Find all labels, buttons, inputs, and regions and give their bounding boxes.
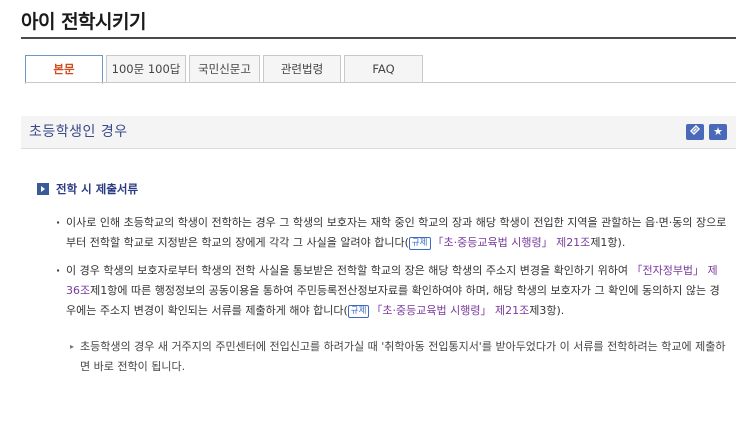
title-divider [21,37,736,39]
star-icon: ★ [713,125,723,138]
regulation-tag[interactable]: 규제 [408,237,431,250]
section-header: 초등학생인 경우 ★ [21,116,736,149]
tab-bar: 본문 100문 100답 국민신문고 관련법령 FAQ [25,55,426,84]
paragraph-1-text: 이사로 인해 초등학교의 학생이 전학하는 경우 그 학생의 보호자는 재학 중… [66,216,727,249]
link-icon [690,125,700,138]
tab-100-qa[interactable]: 100문 100답 [106,55,186,83]
tab-faq[interactable]: FAQ [344,55,423,83]
tab-petition[interactable]: 국민신문고 [189,55,260,83]
regulation-tag[interactable]: 규제 [347,305,370,318]
law-link-enforcement-decree[interactable]: 「초·중등교육법 시행령」 제21조 [433,236,591,249]
page: 아이 전학시키기 본문 100문 100답 국민신문고 관련법령 FAQ 초등학… [0,0,743,426]
law-link-enforcement-decree-2[interactable]: 「초·중등교육법 시행령」 제21조 [371,304,529,317]
paragraph-1: 이사로 인해 초등학교의 학생이 전학하는 경우 그 학생의 보호자는 재학 중… [56,213,728,253]
paragraph-2-text: 이 경우 학생의 보호자로부터 학생의 전학 사실을 통보받은 전학할 학교의 … [66,264,632,277]
note-item: 초등학생의 경우 새 거주지의 주민센터에 전입신고를 하려가실 때 '취학아동… [70,337,728,377]
paragraph-2: 이 경우 학생의 보호자로부터 학생의 전학 사실을 통보받은 전학할 학교의 … [56,261,728,321]
tab-related-laws[interactable]: 관련법령 [263,55,341,83]
subsection-heading: 전학 시 제출서류 [37,181,138,197]
section-bullet-icon [37,183,49,195]
bookmark-button[interactable]: ★ [709,124,727,140]
tab-underline [25,82,736,83]
section-title: 초등학생인 경우 [29,124,128,140]
link-button[interactable] [686,124,704,140]
paragraph-2-end: 제3항). [529,304,565,317]
tab-main-text[interactable]: 본문 [25,55,103,84]
paragraph-1-end: 제1항). [590,236,626,249]
page-title: 아이 전학시키기 [21,11,146,33]
content-body: 이사로 인해 초등학교의 학생이 전학하는 경우 그 학생의 보호자는 재학 중… [56,213,728,377]
subsection-title: 전학 시 제출서류 [56,182,139,196]
